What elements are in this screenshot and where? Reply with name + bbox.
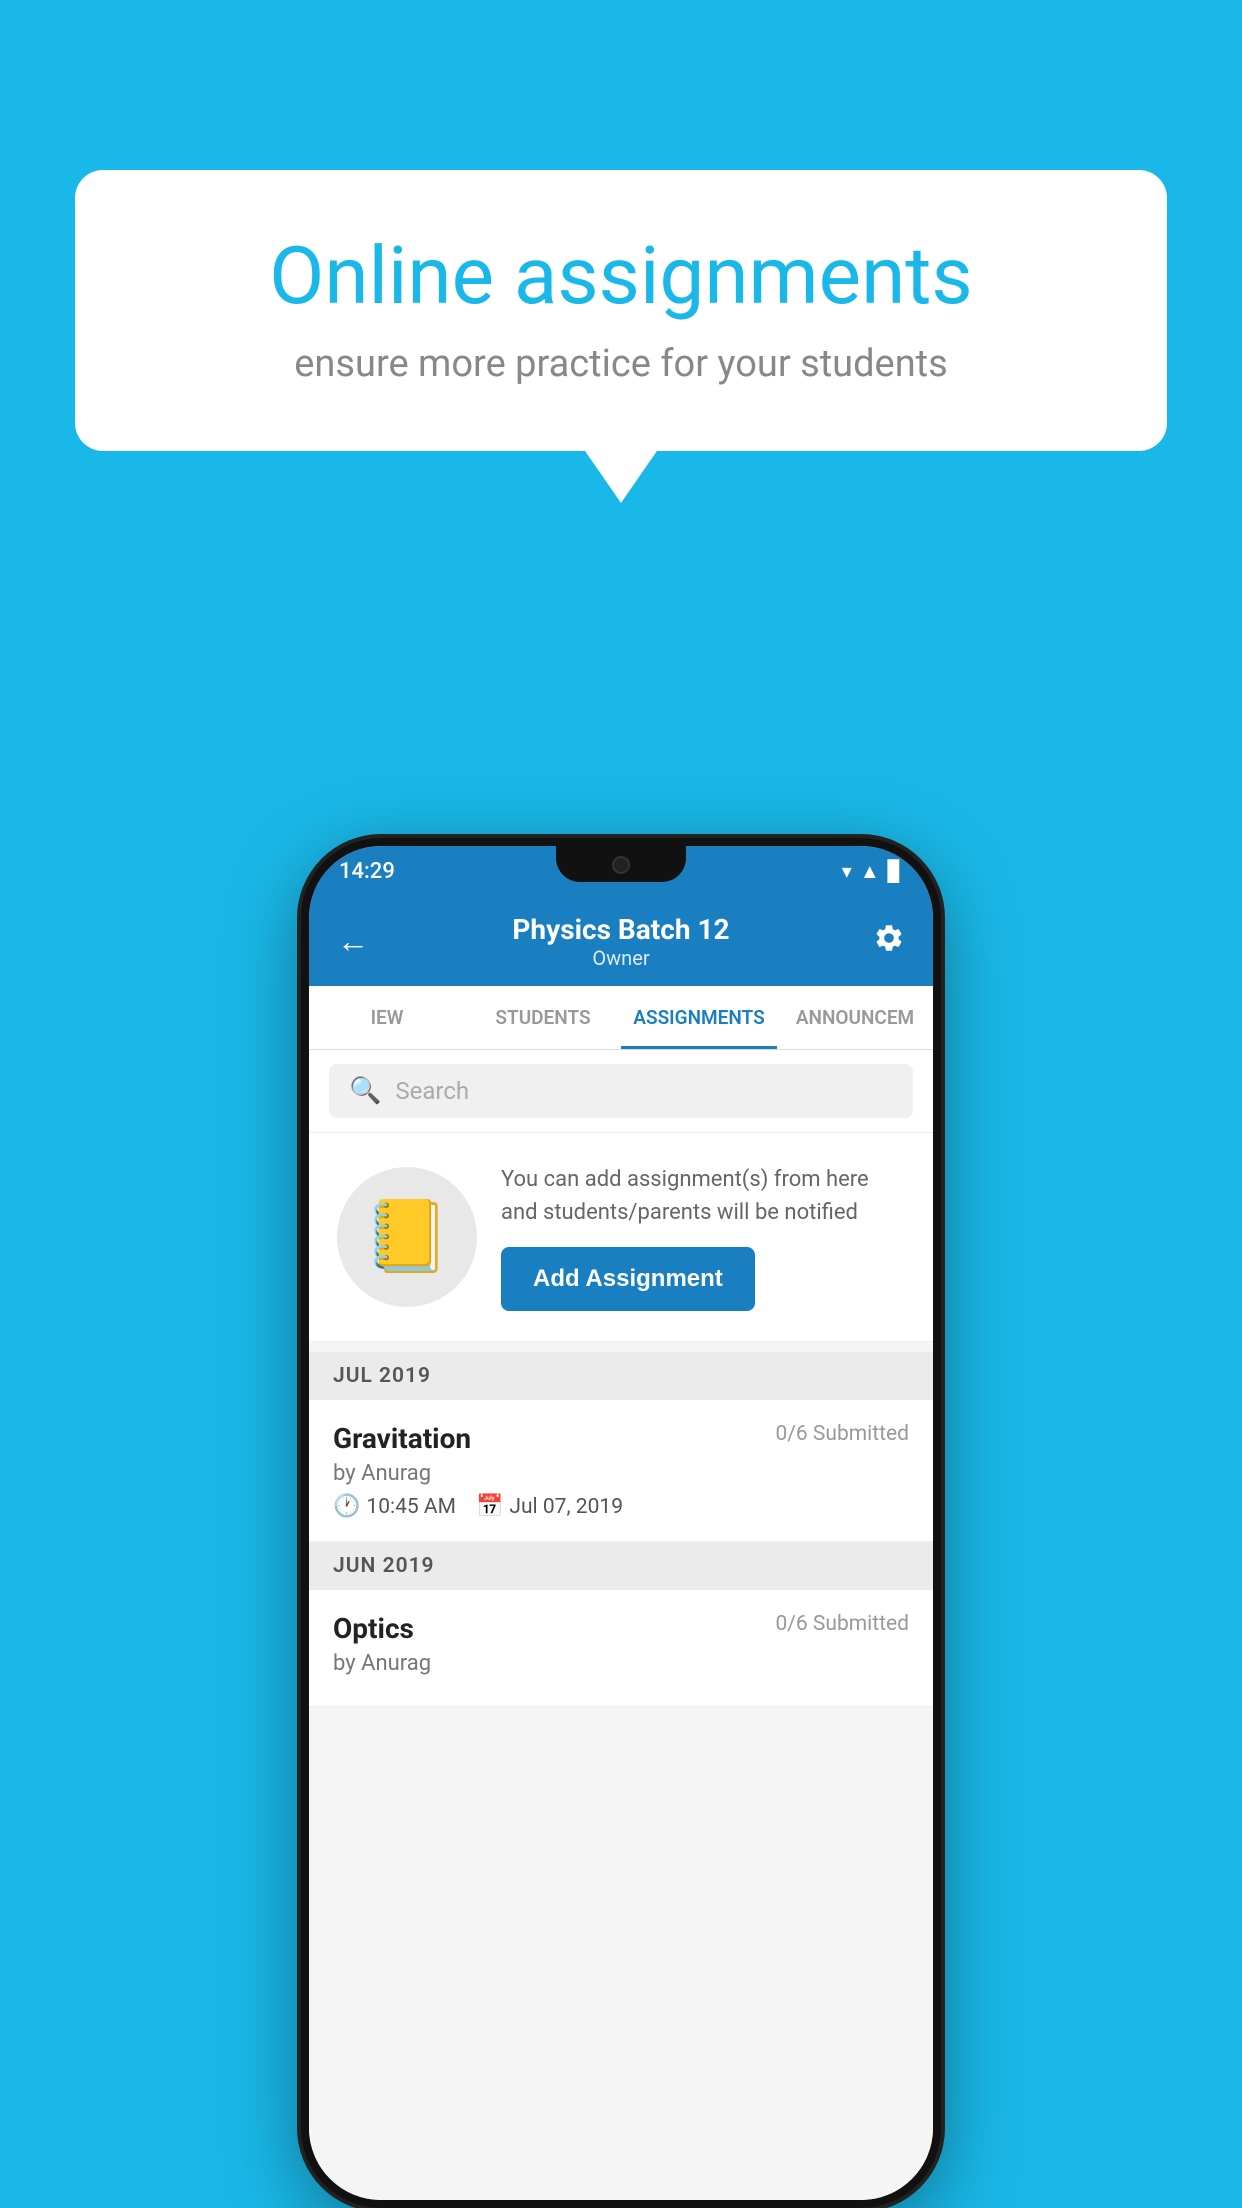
assignment-time: 10:45 AM bbox=[366, 1495, 456, 1519]
phone-screen: 14:29 ▾ ▲ ▊ ← Physics Batch 12 Owner bbox=[309, 846, 933, 2200]
assignment-time-meta: 🕐 10:45 AM bbox=[333, 1494, 456, 1519]
assignment-item-optics-top: Optics 0/6 Submitted bbox=[333, 1612, 909, 1645]
assignment-submitted-optics: 0/6 Submitted bbox=[775, 1612, 909, 1636]
header-title-group: Physics Batch 12 Owner bbox=[512, 913, 729, 970]
search-bar[interactable]: 🔍 Search bbox=[329, 1064, 913, 1118]
front-camera bbox=[612, 856, 630, 874]
status-icons: ▾ ▲ ▊ bbox=[842, 859, 903, 884]
assignment-item-gravitation[interactable]: Gravitation 0/6 Submitted by Anurag 🕐 10… bbox=[309, 1400, 933, 1542]
settings-button[interactable] bbox=[873, 922, 905, 961]
search-icon: 🔍 bbox=[349, 1076, 381, 1106]
tabs-bar: IEW STUDENTS ASSIGNMENTS ANNOUNCEM bbox=[309, 986, 933, 1050]
speech-bubble-container: Online assignments ensure more practice … bbox=[75, 170, 1167, 451]
status-time: 14:29 bbox=[339, 859, 395, 884]
gear-icon bbox=[873, 922, 905, 954]
assignment-submitted: 0/6 Submitted bbox=[775, 1422, 909, 1446]
header-title: Physics Batch 12 bbox=[512, 913, 729, 946]
search-bar-wrap: 🔍 Search bbox=[309, 1050, 933, 1133]
assignment-meta: 🕐 10:45 AM 📅 Jul 07, 2019 bbox=[333, 1494, 909, 1519]
assignment-date: Jul 07, 2019 bbox=[509, 1495, 623, 1519]
assignment-author: by Anurag bbox=[333, 1461, 909, 1486]
section-header-jun: JUN 2019 bbox=[309, 1542, 933, 1590]
content-area: 🔍 Search 📒 You can add assignment(s) fro… bbox=[309, 1050, 933, 2200]
assignment-notebook-icon: 📒 bbox=[363, 1196, 450, 1278]
add-assignment-description: You can add assignment(s) from here and … bbox=[501, 1163, 905, 1229]
speech-bubble: Online assignments ensure more practice … bbox=[75, 170, 1167, 451]
bubble-subtitle: ensure more practice for your students bbox=[145, 342, 1097, 386]
notch bbox=[556, 846, 686, 882]
add-assignment-right: You can add assignment(s) from here and … bbox=[501, 1163, 905, 1311]
calendar-icon: 📅 bbox=[476, 1494, 503, 1519]
assignment-author-optics: by Anurag bbox=[333, 1651, 909, 1676]
clock-icon: 🕐 bbox=[333, 1494, 360, 1519]
assignment-name: Gravitation bbox=[333, 1422, 471, 1455]
phone-frame: 14:29 ▾ ▲ ▊ ← Physics Batch 12 Owner bbox=[301, 838, 941, 2208]
add-assignment-button[interactable]: Add Assignment bbox=[501, 1247, 755, 1311]
wifi-icon: ▾ bbox=[842, 859, 852, 883]
tab-assignments[interactable]: ASSIGNMENTS bbox=[621, 986, 777, 1049]
section-header-jul: JUL 2019 bbox=[309, 1352, 933, 1400]
add-assignment-card: 📒 You can add assignment(s) from here an… bbox=[309, 1133, 933, 1342]
header-subtitle: Owner bbox=[512, 946, 729, 970]
assignment-item-optics[interactable]: Optics 0/6 Submitted by Anurag bbox=[309, 1590, 933, 1707]
search-placeholder: Search bbox=[395, 1077, 469, 1105]
bubble-title: Online assignments bbox=[145, 230, 1097, 322]
tab-announcements[interactable]: ANNOUNCEM bbox=[777, 986, 933, 1049]
battery-icon: ▊ bbox=[888, 859, 903, 883]
signal-icon: ▲ bbox=[860, 859, 880, 884]
tab-students[interactable]: STUDENTS bbox=[465, 986, 621, 1049]
assignment-date-meta: 📅 Jul 07, 2019 bbox=[476, 1494, 623, 1519]
app-header: ← Physics Batch 12 Owner bbox=[309, 896, 933, 986]
tab-iew[interactable]: IEW bbox=[309, 986, 465, 1049]
assignment-name-optics: Optics bbox=[333, 1612, 414, 1645]
back-button[interactable]: ← bbox=[337, 922, 369, 960]
assignment-icon-circle: 📒 bbox=[337, 1167, 477, 1307]
assignment-item-top: Gravitation 0/6 Submitted bbox=[333, 1422, 909, 1455]
